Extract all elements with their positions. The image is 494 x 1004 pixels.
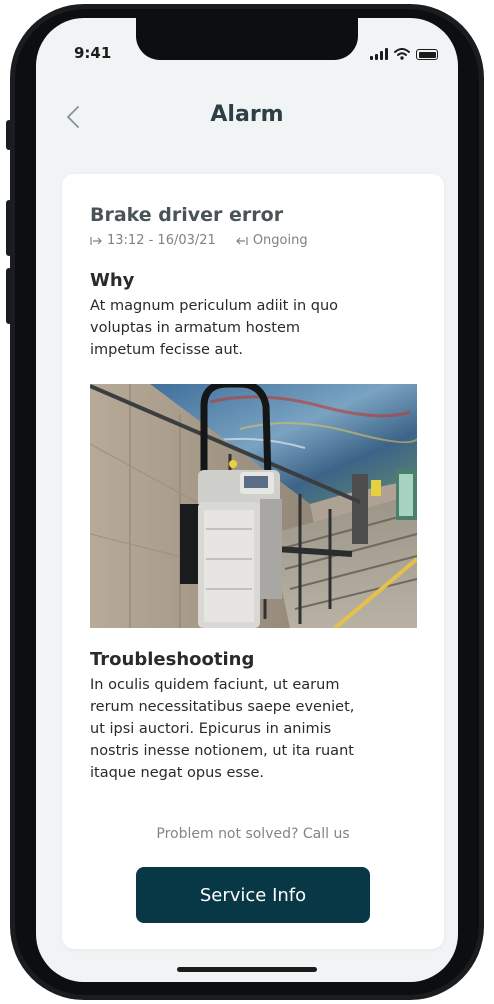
alarm-title: Brake driver error: [90, 204, 284, 226]
wifi-icon: [394, 48, 410, 60]
status-icons: [370, 48, 438, 60]
alarm-card: Brake driver error 13:12 - 16/03/21 Ongo…: [62, 174, 444, 949]
troubleshooting-heading: Troubleshooting: [90, 649, 255, 670]
start-arrow-icon: [90, 236, 102, 245]
troubleshooting-line: nostris inesse notionem, ut ita ruant: [90, 743, 354, 759]
alarm-timeline: 13:12 - 16/03/21 Ongoing: [90, 233, 308, 248]
troubleshooting-line: itaque negat opus esse.: [90, 765, 265, 781]
home-indicator[interactable]: [177, 967, 317, 972]
alarm-start-time: 13:12 - 16/03/21: [107, 233, 216, 248]
troubleshooting-line: ut ipsi auctori. Epicurus in animis: [90, 721, 332, 737]
troubleshooting-text: In oculis quidem faciunt, ut earum rerum…: [90, 674, 425, 784]
volume-up-button: [6, 200, 12, 256]
battery-icon: [416, 49, 438, 60]
troubleshooting-line: In oculis quidem faciunt, ut earum: [90, 677, 340, 693]
signal-icon: [370, 48, 388, 60]
service-info-button[interactable]: Service Info: [136, 867, 370, 923]
why-text: At magnum periculum adiit in quo volupta…: [90, 295, 425, 361]
mute-switch: [6, 120, 12, 150]
why-heading: Why: [90, 270, 135, 291]
screen: 9:41 Alarm Brake driver error 13:12 - 16…: [36, 18, 458, 982]
help-prompt: Problem not solved? Call us: [156, 826, 350, 842]
why-line: At magnum periculum adiit in quo: [90, 298, 339, 314]
page-title: Alarm: [210, 102, 284, 127]
why-line: impetum fecisse aut.: [90, 342, 243, 358]
troubleshooting-line: rerum necessitatibus saepe eveniet,: [90, 699, 355, 715]
notch: [136, 18, 358, 60]
status-time: 9:41: [74, 44, 112, 62]
stairlift-photo: [90, 384, 417, 628]
why-line: voluptas in armatum hostem: [90, 320, 300, 336]
header: Alarm: [36, 98, 458, 138]
alarm-end-status: Ongoing: [252, 233, 308, 248]
volume-down-button: [6, 268, 12, 324]
end-arrow-icon: [235, 236, 248, 245]
